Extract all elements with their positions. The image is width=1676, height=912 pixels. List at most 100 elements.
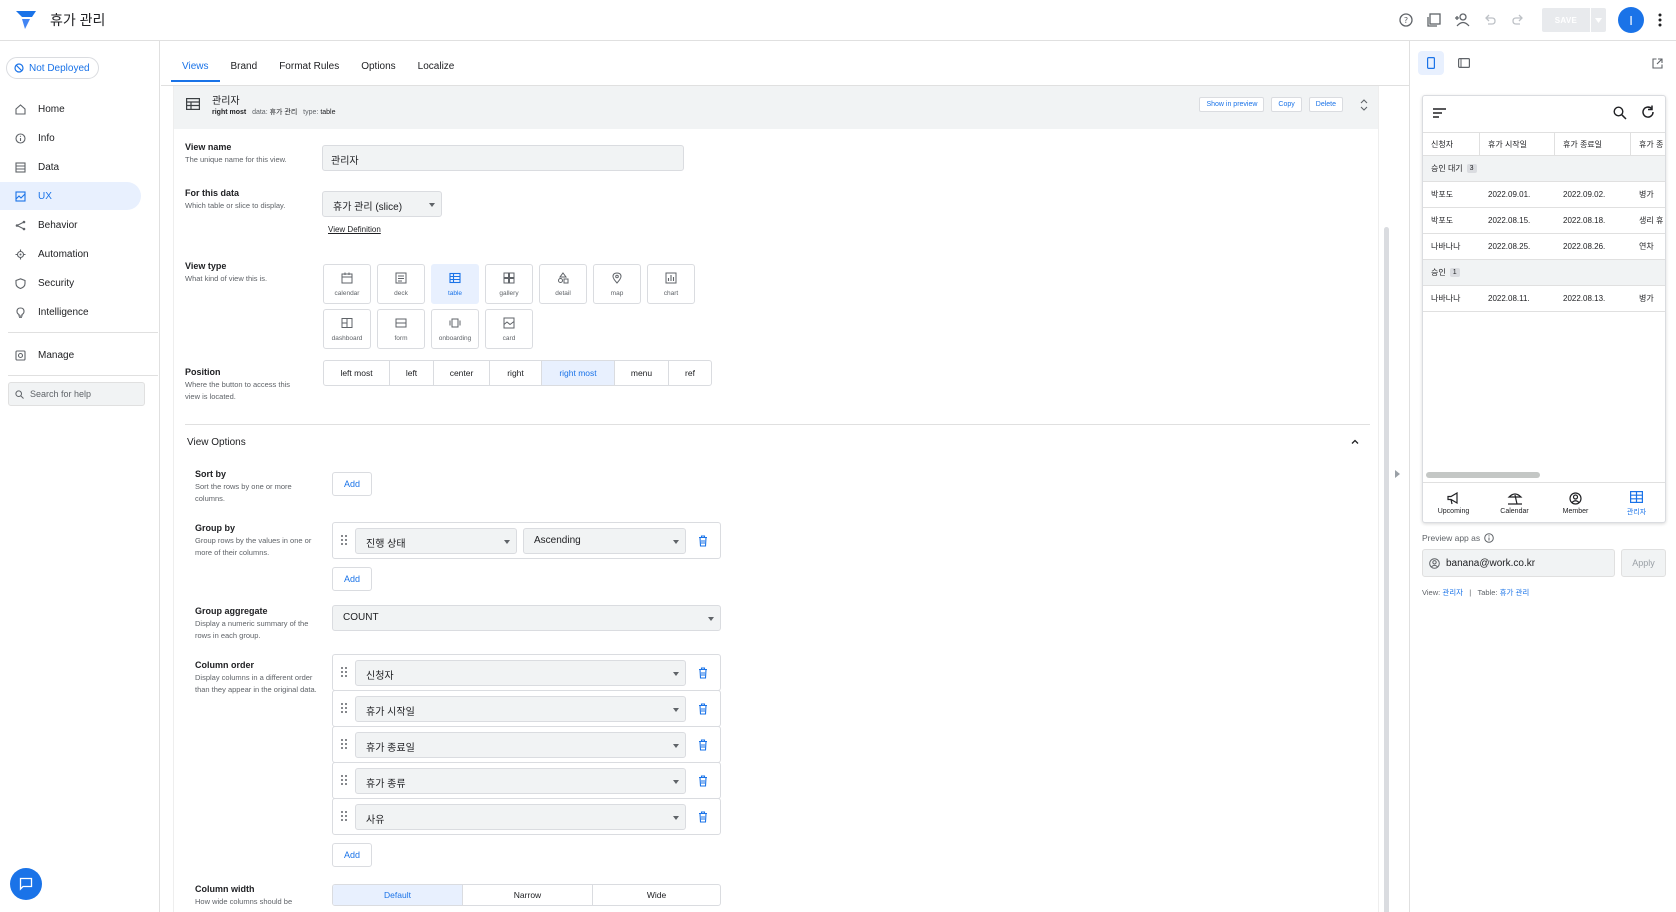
search-icon[interactable] [1613,106,1627,120]
column-select[interactable]: 휴가 시작일 [355,696,686,722]
group-by-add-button[interactable]: Add [332,567,372,591]
show-in-preview-button[interactable]: Show in preview [1199,97,1265,112]
collapse-expand-icon[interactable] [1356,98,1372,111]
delete-trash-icon[interactable] [698,535,708,547]
view-type-card[interactable]: card [485,309,533,349]
tablet-preview-button[interactable] [1451,51,1477,75]
position-left[interactable]: left [390,361,434,385]
preview-col-header[interactable]: 휴가 종료일 [1555,133,1631,155]
group-aggregate-select[interactable]: COUNT [332,605,721,631]
preview-email-input[interactable]: banana@work.co.kr [1422,549,1615,577]
tab-localize[interactable]: Localize [407,57,466,82]
save-button[interactable]: SAVE [1542,8,1590,32]
sidebar-item-info[interactable]: Info [0,124,141,152]
preview-group-header[interactable]: 승인 1 [1423,260,1665,286]
refresh-icon[interactable] [1641,105,1655,119]
preview-nav-member[interactable]: Member [1545,483,1606,522]
preview-col-header[interactable]: 휴가 종 [1631,133,1665,155]
drag-handle-icon[interactable] [340,534,348,546]
position-left-most[interactable]: left most [324,361,390,385]
view-type-chart[interactable]: chart [647,264,695,304]
help-icon[interactable]: ? [1392,6,1420,34]
main-scrollbar[interactable] [1384,227,1389,912]
collapse-preview-icon[interactable] [1395,470,1400,478]
drag-handle-icon[interactable] [340,666,348,678]
preview-view-link[interactable]: 관리자 [1442,588,1463,597]
view-header[interactable]: 관리자 right most data: 휴가 관리 type: table S… [174,86,1378,129]
preview-table-link[interactable]: 휴가 관리 [1500,588,1530,597]
view-type-onboarding[interactable]: onboarding [431,309,479,349]
sidebar-item-home[interactable]: Home [0,95,141,123]
delete-trash-icon[interactable] [698,775,708,787]
view-definition-link[interactable]: View Definition [328,225,381,234]
preview-group-header[interactable]: 승인 대기 3 [1423,156,1665,182]
redo-icon[interactable] [1504,6,1532,34]
chevron-up-icon[interactable] [1351,439,1359,444]
menu-icon[interactable] [1433,108,1446,118]
drag-handle-icon[interactable] [340,810,348,822]
position-ref[interactable]: ref [669,361,711,385]
sidebar-item-data[interactable]: Data [0,153,141,181]
view-type-dashboard[interactable]: dashboard [323,309,371,349]
tab-options[interactable]: Options [350,57,406,82]
sidebar-item-intelligence[interactable]: Intelligence [0,298,141,326]
sidebar-item-ux[interactable]: UX [0,182,141,210]
view-type-detail[interactable]: detail [539,264,587,304]
appsheet-logo-icon[interactable] [14,8,38,32]
position-right[interactable]: right [490,361,542,385]
delete-trash-icon[interactable] [698,667,708,679]
sidebar-item-manage[interactable]: Manage [0,341,141,369]
sidebar-item-behavior[interactable]: Behavior [0,211,141,239]
add-person-icon[interactable] [1448,6,1476,34]
view-type-deck[interactable]: deck [377,264,425,304]
mobile-preview-button[interactable] [1418,51,1444,75]
column-select[interactable]: 휴가 종류 [355,768,686,794]
delete-button[interactable]: Delete [1308,97,1343,112]
delete-trash-icon[interactable] [698,811,708,823]
preview-table-row[interactable]: 박포도 2022.08.15. 2022.08.18. 생리 휴 [1423,208,1665,234]
column-order-add-button[interactable]: Add [332,843,372,867]
preview-table-row[interactable]: 박포도 2022.09.01. 2022.09.02. 병가 [1423,182,1665,208]
preview-table-row[interactable]: 나바나나 2022.08.11. 2022.08.13. 병가 [1423,286,1665,312]
preview-col-header[interactable]: 신청자 [1423,133,1480,155]
library-icon[interactable] [1420,6,1448,34]
view-type-calendar[interactable]: calendar [323,264,371,304]
help-search-input[interactable]: Search for help [8,382,145,406]
position-right-most[interactable]: right most [542,361,615,385]
column-width-wide[interactable]: Wide [593,885,720,905]
sidebar-item-security[interactable]: Security [0,269,141,297]
drag-handle-icon[interactable] [340,774,348,786]
tab-format-rules[interactable]: Format Rules [268,57,350,82]
column-width-narrow[interactable]: Narrow [463,885,593,905]
view-type-gallery[interactable]: gallery [485,264,533,304]
copy-button[interactable]: Copy [1271,97,1302,112]
position-center[interactable]: center [434,361,490,385]
position-menu[interactable]: menu [615,361,669,385]
delete-trash-icon[interactable] [698,703,708,715]
delete-trash-icon[interactable] [698,739,708,751]
group-by-order-select[interactable]: Ascending [523,528,686,554]
sort-by-add-button[interactable]: Add [332,472,372,496]
preview-nav-calendar[interactable]: Calendar [1484,483,1545,522]
tab-brand[interactable]: Brand [220,57,269,82]
preview-apply-button[interactable]: Apply [1621,549,1666,577]
open-new-window-button[interactable] [1644,51,1670,75]
deploy-status-chip[interactable]: Not Deployed [6,57,99,79]
column-select[interactable]: 휴가 종료일 [355,732,686,758]
view-type-map[interactable]: map [593,264,641,304]
preview-table-row[interactable]: 나바나나 2022.08.25. 2022.08.26. 연차 [1423,234,1665,260]
preview-horizontal-scrollbar[interactable] [1426,472,1540,478]
column-width-default[interactable]: Default [333,885,463,905]
group-by-column-select[interactable]: 진행 상태 [355,528,517,554]
drag-handle-icon[interactable] [340,738,348,750]
chat-button[interactable] [10,868,42,900]
preview-nav-admin[interactable]: 관리자 [1606,483,1665,522]
avatar[interactable]: I [1618,7,1644,33]
info-icon[interactable] [1484,533,1494,543]
tab-views[interactable]: Views [171,57,220,82]
preview-col-header[interactable]: 휴가 시작일 [1480,133,1555,155]
view-name-input[interactable]: 관리자 [322,145,684,171]
save-options-chevron-down-icon[interactable] [1590,8,1606,32]
column-select[interactable]: 신청자 [355,660,686,686]
drag-handle-icon[interactable] [340,702,348,714]
